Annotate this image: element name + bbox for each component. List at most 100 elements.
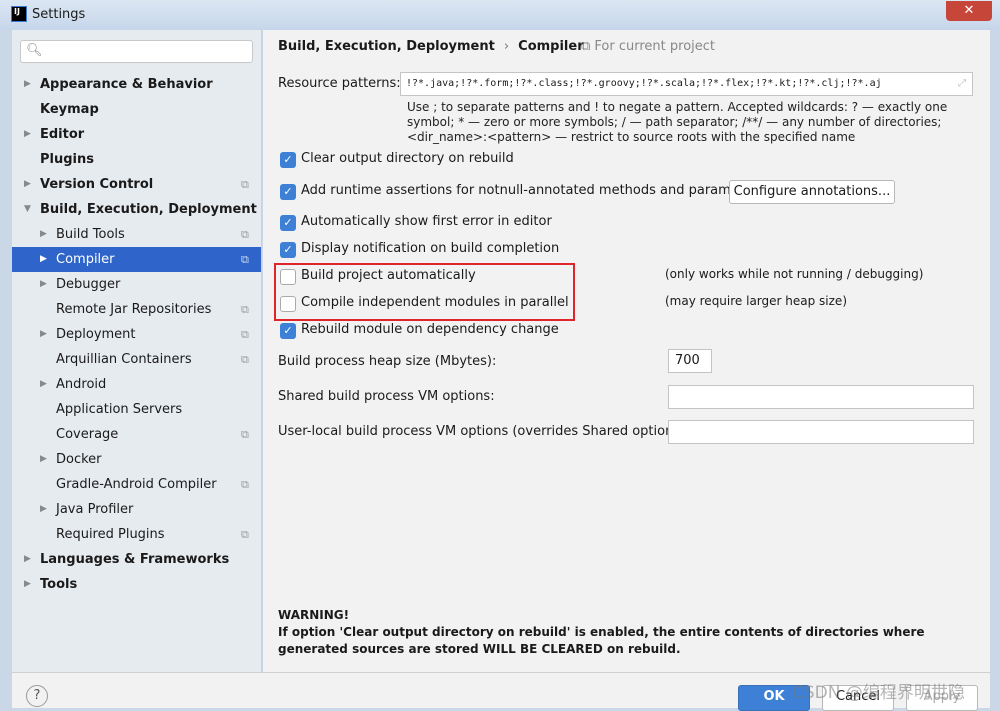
sidebar-item[interactable]: Gradle-Android Compiler ⧉ [12,472,261,497]
sidebar-item[interactable]: Application Servers [12,397,261,422]
option-note: (only works while not running / debuggin… [665,267,924,281]
sidebar-item[interactable]: ▶ Compiler ⧉ [12,247,261,272]
project-scope-icon: ⧉ [241,478,249,491]
checkbox[interactable]: ✓ [280,152,296,168]
sidebar-item-label: Compiler [56,252,115,267]
sidebar-item[interactable]: ▶ Docker [12,447,261,472]
project-scope-icon: ⧉ [241,303,249,316]
close-button[interactable]: ✕ [946,1,992,21]
checkbox-label[interactable]: Add runtime assertions for notnull-annot… [301,183,764,198]
resource-patterns-input[interactable]: !?*.java;!?*.form;!?*.class;!?*.groovy;!… [400,72,973,96]
checkbox[interactable]: ✓ [280,215,296,231]
sidebar-item-label: Java Profiler [56,502,134,517]
sidebar-item[interactable]: Required Plugins ⧉ [12,522,261,547]
sidebar-item-label: Application Servers [56,402,183,417]
checkbox[interactable]: ✓ [280,184,296,200]
highlight-box [274,263,575,321]
sidebar-item-label: Editor [40,127,85,142]
sidebar-item[interactable]: ▶ Editor [12,122,261,147]
chevron-right-icon[interactable]: ▶ [24,572,31,597]
sidebar-item[interactable]: Coverage ⧉ [12,422,261,447]
compiler-settings-panel: Build, Execution, Deployment › Compiler … [263,30,990,672]
help-button[interactable]: ? [26,685,48,707]
heap-size-label: Build process heap size (Mbytes): [278,354,497,369]
settings-sidebar: 🔍︎ ▶ Appearance & Behavior Keymap ▶ Editor Pl… [12,30,262,672]
heap-size-input[interactable]: 700 [668,349,712,373]
sidebar-item[interactable]: ▶ Deployment ⧉ [12,322,261,347]
checkbox-label[interactable]: Display notification on build completion [301,241,559,256]
sidebar-item-label: Plugins [40,152,94,167]
search-input[interactable]: 🔍︎ [20,40,253,63]
intellij-logo: IJ [11,6,27,22]
checkbox-label[interactable]: Automatically show first error in editor [301,214,552,229]
sidebar-item-label: Languages & Frameworks [40,552,230,567]
shared-vm-options-input[interactable] [668,385,974,409]
chevron-right-icon[interactable]: ▶ [24,172,31,197]
search-icon: 🔍︎ [26,43,43,58]
chevron-down-icon[interactable]: ▼ [24,197,31,222]
sidebar-item[interactable]: ▶ Debugger [12,272,261,297]
sidebar-item-label: Tools [40,577,78,592]
chevron-right-icon[interactable]: ▶ [24,547,31,572]
sidebar-item[interactable]: Plugins [12,147,261,172]
chevron-right-icon[interactable]: ▶ [40,222,47,247]
checkbox-label[interactable]: Clear output directory on rebuild [301,151,514,166]
project-scope-icon: ⧉ [241,428,249,441]
sidebar-item[interactable]: ▶ Languages & Frameworks [12,547,261,572]
sidebar-item[interactable]: ▼ Build, Execution, Deployment [12,197,261,222]
breadcrumb-parent: Build, Execution, Deployment [278,39,495,54]
sidebar-item-label: Android [56,377,107,392]
chevron-right-icon[interactable]: ▶ [40,447,47,472]
sidebar-item-label: Build Tools [56,227,125,242]
warning: WARNING! If option 'Clear output director… [278,607,958,658]
sidebar-item-label: Build, Execution, Deployment [40,202,257,217]
window-title: Settings [32,7,86,22]
for-current-project-label: ⧉ For current project [581,39,716,54]
sidebar-item-label: Appearance & Behavior [40,77,213,92]
breadcrumb-separator: › [503,39,510,54]
project-scope-icon: ⧉ [241,253,249,266]
chevron-right-icon[interactable]: ▶ [40,372,47,397]
configure-annotations-button[interactable]: Configure annotations... [729,180,895,204]
watermark: CSDN @编程界明世隐 [792,683,965,703]
resource-patterns-value: !?*.java;!?*.form;!?*.class;!?*.groovy;!… [406,78,882,89]
user-vm-options-input[interactable] [668,420,974,444]
project-scope-icon: ⧉ [241,228,249,241]
sidebar-item-label: Debugger [56,277,121,292]
chevron-right-icon[interactable]: ▶ [40,497,47,522]
sidebar-item[interactable]: Keymap [12,97,261,122]
sidebar-item[interactable]: ▶ Android [12,372,261,397]
user-vm-options-label: User-local build process VM options (ove… [278,424,690,439]
chevron-right-icon[interactable]: ▶ [24,122,31,147]
sidebar-item[interactable]: ▶ Appearance & Behavior [12,72,261,97]
warning-title: WARNING! [278,608,350,622]
shared-vm-options-label: Shared build process VM options: [278,389,495,404]
chevron-right-icon[interactable]: ▶ [40,272,47,297]
sidebar-item-label: Arquillian Containers [56,352,192,367]
sidebar-item-label: Docker [56,452,102,467]
project-scope-icon: ⧉ [241,178,249,191]
breadcrumb: Build, Execution, Deployment › Compiler [278,39,584,54]
sidebar-item[interactable]: ▶ Version Control ⧉ [12,172,261,197]
checkbox-label[interactable]: Rebuild module on dependency change [301,322,559,337]
sidebar-item[interactable]: ▶ Tools [12,572,261,597]
chevron-right-icon[interactable]: ▶ [40,322,47,347]
warning-text: If option 'Clear output directory on reb… [278,625,925,656]
expand-icon[interactable]: ⤢ [958,73,966,95]
title-bar: IJ Settings ✕ [0,0,1000,30]
sidebar-item-label: Coverage [56,427,119,442]
sidebar-item-label: Version Control [40,177,154,192]
sidebar-item[interactable]: Arquillian Containers ⧉ [12,347,261,372]
sidebar-item[interactable]: Remote Jar Repositories ⧉ [12,297,261,322]
chevron-right-icon[interactable]: ▶ [24,72,31,97]
project-scope-icon: ⧉ [241,353,249,366]
checkbox[interactable]: ✓ [280,242,296,258]
sidebar-item[interactable]: ▶ Build Tools ⧉ [12,222,261,247]
chevron-right-icon[interactable]: ▶ [40,247,47,272]
checkbox[interactable]: ✓ [280,323,296,339]
option-note: (may require larger heap size) [665,294,847,308]
sidebar-item-label: Gradle-Android Compiler [56,477,217,492]
project-scope-icon: ⧉ [241,328,249,341]
resource-patterns-hint: Use ; to separate patterns and ! to nega… [407,100,948,144]
sidebar-item[interactable]: ▶ Java Profiler [12,497,261,522]
